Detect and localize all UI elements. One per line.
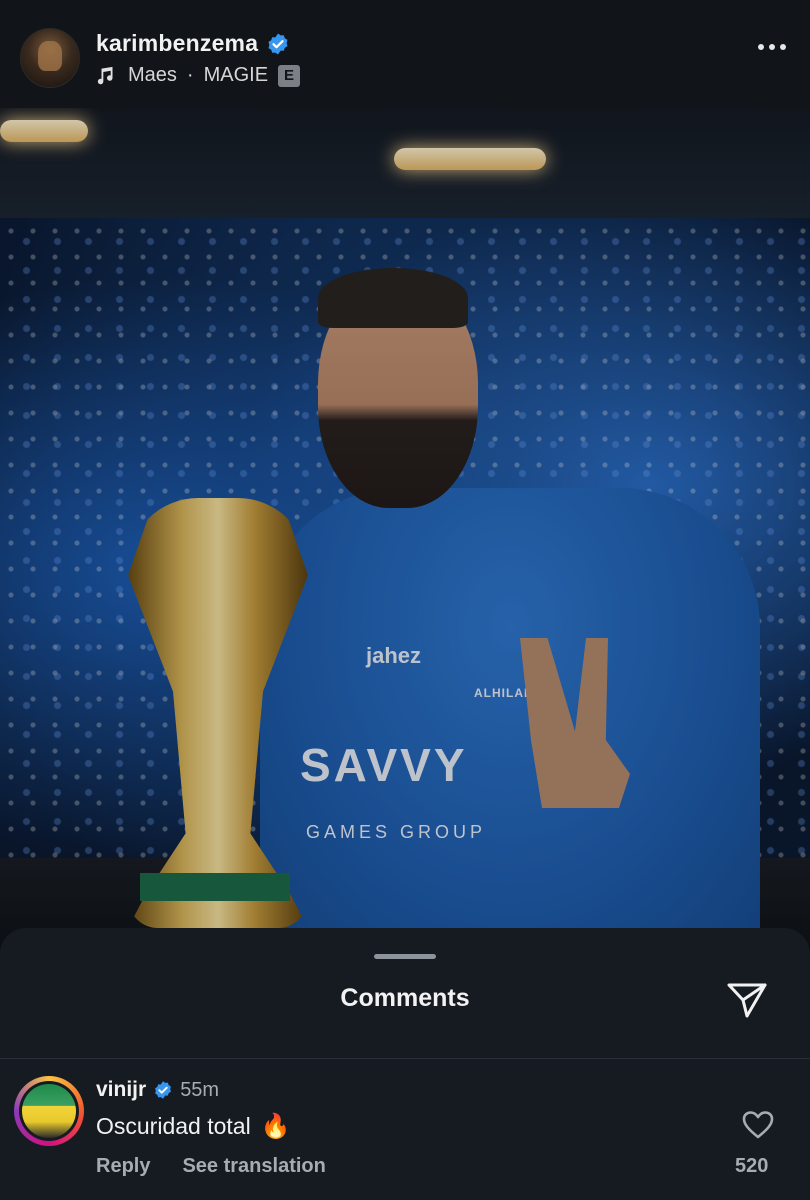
see-translation-button[interactable]: See translation: [182, 1155, 325, 1178]
music-separator: ·: [186, 64, 194, 86]
post-photo[interactable]: jahez ALHILAL SAVVY GAMES GROUP: [0, 108, 810, 948]
music-track: MAGIE: [203, 64, 269, 86]
share-icon[interactable]: [726, 980, 768, 1020]
photo-shade: [0, 108, 810, 948]
verified-badge-icon: [268, 33, 288, 54]
heart-icon[interactable]: [742, 1110, 774, 1140]
sheet-grabber[interactable]: [374, 954, 436, 959]
comment-username[interactable]: vinijr: [96, 1078, 146, 1102]
post-header: karimbenzema Maes · MAGIE E: [0, 0, 810, 108]
music-artist: Maes: [128, 64, 177, 86]
comment-text-row: Oscuridad total 🔥: [96, 1112, 291, 1141]
comments-sheet: Comments vinijr 55m Oscuridad total 🔥 Re…: [0, 928, 810, 1200]
explicit-badge: E: [278, 64, 301, 87]
comment-text: Oscuridad total: [96, 1113, 251, 1139]
verified-badge-icon: [155, 1081, 172, 1099]
profile-avatar[interactable]: [20, 28, 80, 88]
music-note-icon: [97, 66, 113, 84]
sheet-divider: [0, 1058, 810, 1059]
comment-avatar[interactable]: [14, 1076, 84, 1146]
fire-emoji: 🔥: [260, 1113, 291, 1140]
comments-title: Comments: [340, 984, 470, 1012]
comment-actions: Reply See translation: [96, 1155, 326, 1178]
like-count: 520: [735, 1155, 769, 1177]
reply-button[interactable]: Reply: [96, 1155, 150, 1178]
music-row[interactable]: Maes · MAGIE E: [96, 64, 301, 87]
username-row: karimbenzema: [96, 30, 290, 57]
username[interactable]: karimbenzema: [96, 30, 258, 57]
comment-time: 55m: [180, 1078, 220, 1101]
comment-user-row: vinijr 55m: [96, 1078, 219, 1102]
more-options-icon[interactable]: [758, 44, 786, 50]
